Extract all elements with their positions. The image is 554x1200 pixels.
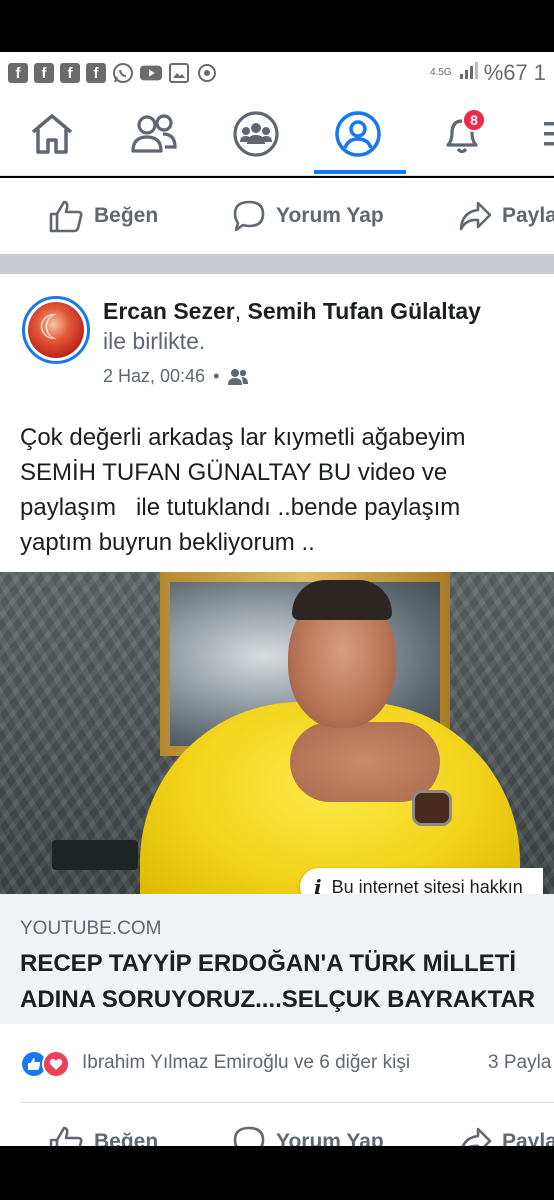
youtube-icon: [140, 63, 162, 83]
menu-tab[interactable]: [534, 106, 554, 162]
post-header: Ercan Sezer, Semih Tufan Gülaltay ile bi…: [103, 296, 543, 356]
reactions-summary[interactable]: Ibrahim Yılmaz Emiroğlu ve 6 diğer kişi …: [0, 1024, 554, 1104]
clock: 1: [533, 60, 546, 85]
tagged-name[interactable]: Semih Tufan Gülaltay: [247, 298, 480, 324]
share-button[interactable]: Payla: [458, 200, 554, 232]
link-domain: YOUTUBE.COM: [20, 918, 162, 939]
author-name[interactable]: Ercan Sezer: [103, 298, 235, 324]
friends-privacy-icon: [228, 368, 249, 385]
profile-icon: [335, 111, 381, 157]
feed-divider: [0, 254, 554, 274]
comment-icon: [233, 200, 265, 232]
whatsapp-icon: [112, 63, 134, 83]
comment-button[interactable]: Yorum Yap: [232, 199, 384, 233]
friends-tab[interactable]: [124, 106, 184, 162]
facebook-icon: f: [8, 63, 28, 83]
facebook-icon: f: [34, 63, 54, 83]
app-screen: f f f f 4.5G %67 1 8 Beğen Yorum Yap Pay…: [0, 0, 554, 1200]
link-preview[interactable]: YOUTUBE.COM RECEP TAYYİP ERDOĞAN'A TÜRK …: [0, 894, 554, 1024]
menu-icon: [544, 122, 554, 146]
facebook-icon: f: [86, 63, 106, 83]
reactions-text: Ibrahim Yılmaz Emiroğlu ve 6 diğer kişi: [82, 1052, 411, 1073]
status-bar: f f f f 4.5G %67 1: [0, 52, 554, 94]
author-separator: ,: [234, 298, 248, 324]
profile-tab[interactable]: [328, 106, 388, 162]
battery-percent: %67: [483, 60, 528, 85]
meta-dot: •: [213, 366, 220, 386]
friends-icon: [131, 114, 177, 153]
video-thumbnail[interactable]: [0, 572, 554, 894]
link-title: RECEP TAYYİP ERDOĞAN'A TÜRK MİLLETİ ADIN…: [20, 950, 536, 1013]
notification-badge: 8: [462, 108, 486, 132]
network-type: 4.5G: [430, 67, 452, 78]
author-avatar[interactable]: [22, 296, 90, 364]
active-tab-indicator: [314, 170, 406, 174]
home-tab[interactable]: [22, 106, 82, 162]
comment-label: Yorum Yap: [276, 204, 384, 227]
share-count[interactable]: 3 Payla: [488, 1052, 551, 1074]
notifications-tab[interactable]: 8: [432, 106, 492, 162]
facebook-icon: f: [60, 63, 80, 83]
groups-icon: [233, 111, 279, 157]
feed-post: Ercan Sezer, Semih Tufan Gülaltay ile bi…: [0, 274, 554, 1159]
bottom-bezel: [0, 1146, 554, 1200]
share-icon: [459, 201, 492, 231]
sync-icon: [196, 63, 218, 83]
love-reaction-icon: [42, 1050, 70, 1078]
signal-icon: [458, 60, 478, 86]
top-bezel: [0, 0, 554, 52]
post-meta: 2 Haz, 00:46 •: [103, 366, 249, 387]
share-label: Payla: [502, 204, 554, 227]
previous-post-actions: Beğen Yorum Yap Payla: [0, 178, 554, 254]
facebook-nav-bar: 8: [0, 94, 554, 176]
with-text: ile birlikte.: [103, 328, 206, 354]
like-icon: [49, 200, 83, 233]
post-date[interactable]: 2 Haz, 00:46: [103, 366, 205, 387]
home-icon: [31, 114, 73, 154]
like-button[interactable]: Beğen: [48, 199, 158, 233]
groups-tab[interactable]: [226, 106, 286, 162]
like-label: Beğen: [94, 204, 159, 227]
post-text: Çok değerli arkadaş lar kıymetli ağabeyi…: [20, 424, 466, 556]
post-separator: [20, 1102, 554, 1103]
gallery-icon: [168, 63, 190, 83]
